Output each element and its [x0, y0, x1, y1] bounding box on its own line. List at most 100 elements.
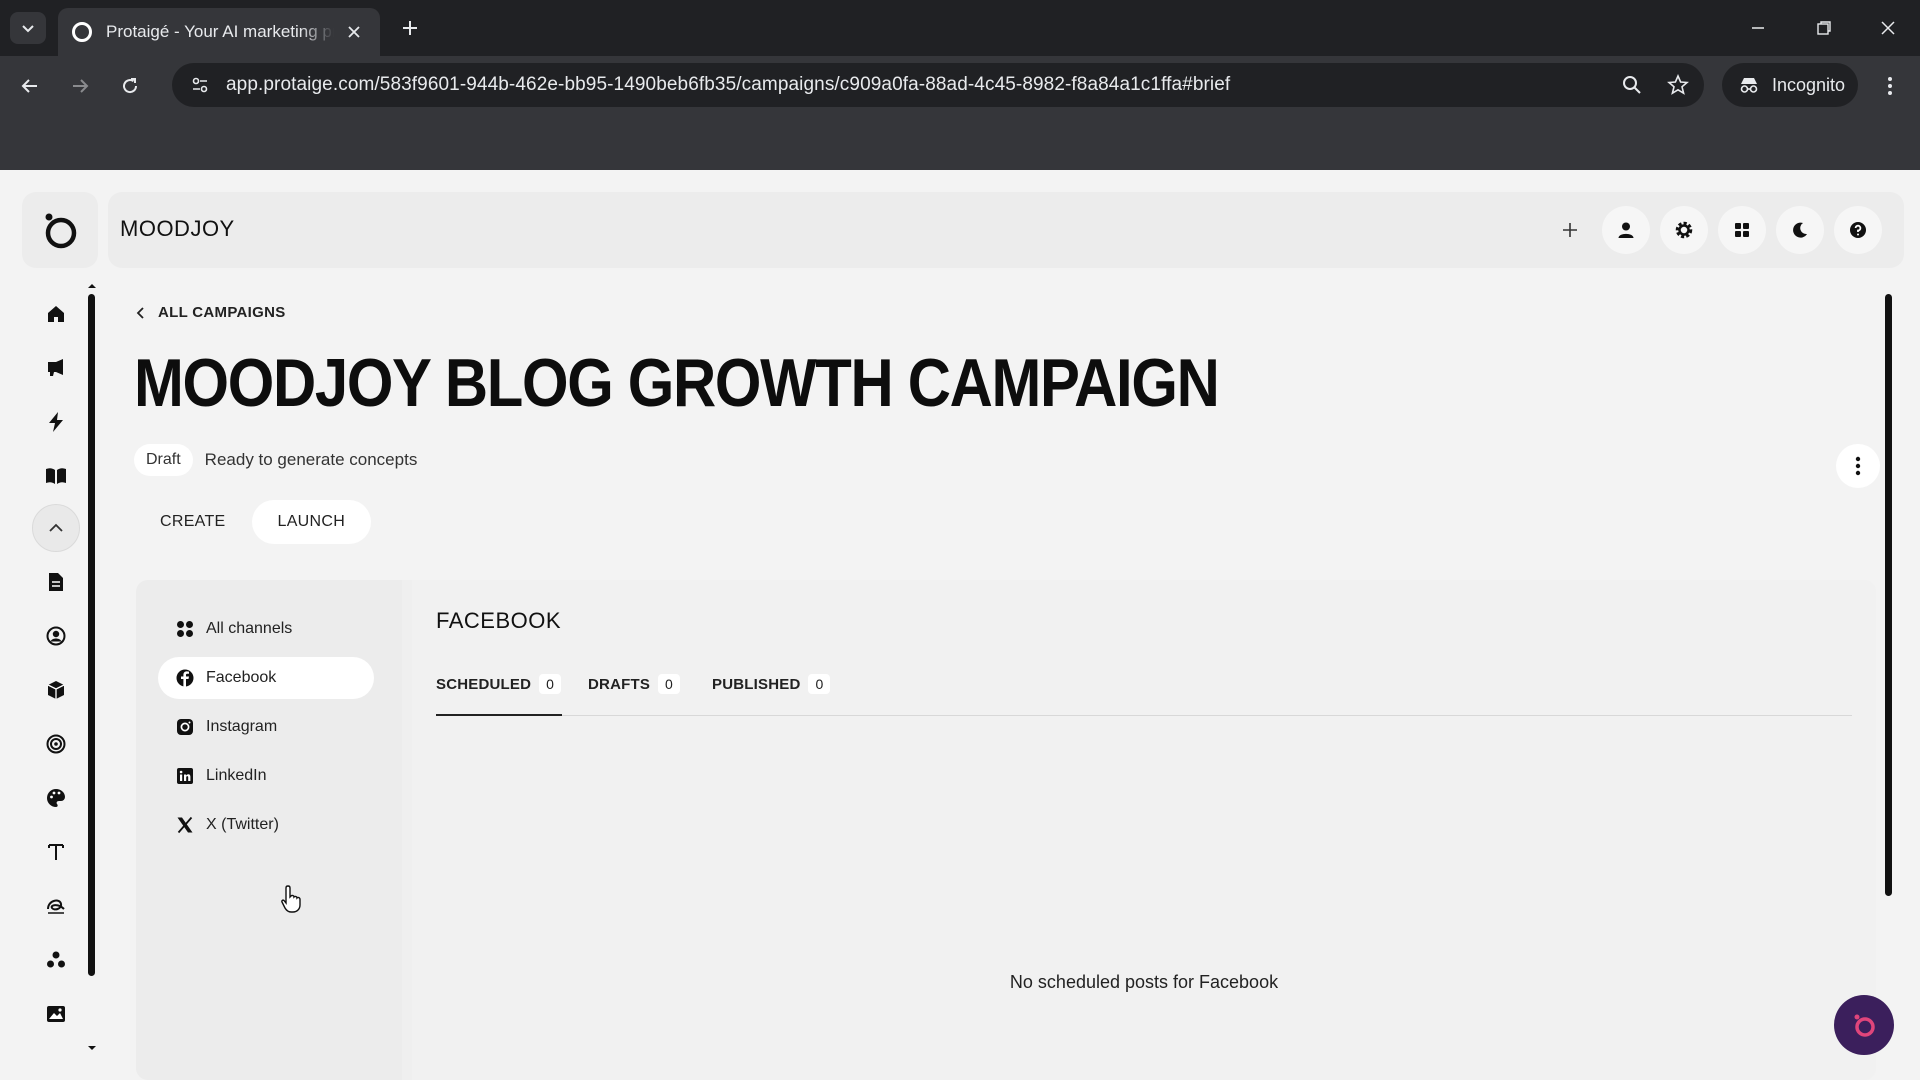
tab-launch[interactable]: LAUNCH: [251, 500, 372, 544]
sidebar-item-personas[interactable]: [32, 612, 80, 660]
user-circle-icon: [46, 626, 66, 646]
channel-label: Instagram: [206, 718, 278, 735]
new-tab-button[interactable]: [396, 14, 424, 42]
tab-label: DRAFTS: [588, 676, 651, 693]
channel-label: Facebook: [206, 669, 277, 686]
sidebar-item-library[interactable]: [32, 452, 80, 500]
channel-label: LinkedIn: [206, 767, 267, 784]
tab-scheduled[interactable]: SCHEDULED 0: [436, 674, 562, 716]
theme-toggle-button[interactable]: [1776, 206, 1824, 254]
channel-content: FACEBOOK SCHEDULED 0 DRAFTS 0 PUBLISHED …: [412, 580, 1876, 1080]
sidebar-nav: [22, 282, 98, 1052]
plus-icon: [403, 21, 417, 35]
settings-button[interactable]: [1660, 206, 1708, 254]
post-status-tabs: SCHEDULED 0 DRAFTS 0 PUBLISHED 0: [436, 674, 1852, 716]
tab-search-button[interactable]: [10, 12, 46, 44]
close-tab-icon[interactable]: [342, 20, 366, 44]
tab-published[interactable]: PUBLISHED 0: [712, 674, 831, 716]
incognito-indicator[interactable]: Incognito: [1722, 63, 1858, 107]
target-icon: [46, 734, 66, 754]
signature-icon: [47, 899, 65, 914]
more-vertical-icon: [1855, 456, 1861, 476]
incognito-label: Incognito: [1772, 74, 1846, 95]
sidebar-item-campaigns[interactable]: [32, 344, 80, 392]
channel-label: All channels: [206, 620, 293, 637]
lightning-icon: [49, 412, 63, 432]
tab-create[interactable]: CREATE: [134, 500, 252, 544]
channel-item-linkedin[interactable]: LinkedIn: [158, 755, 374, 797]
sidebar-item-audience[interactable]: [32, 936, 80, 984]
sidebar-item-goals[interactable]: [32, 720, 80, 768]
sidebar-item-brand[interactable]: [32, 774, 80, 822]
channel-item-facebook[interactable]: Facebook: [158, 657, 374, 699]
main-scroll-thumb[interactable]: [1885, 294, 1892, 896]
zoom-icon[interactable]: [1612, 67, 1652, 103]
protaige-chat-icon: [1854, 1014, 1875, 1037]
protaige-logo-icon: [45, 213, 77, 249]
back-button[interactable]: [12, 68, 48, 104]
app-logo[interactable]: [22, 192, 98, 268]
restore-icon: [1817, 21, 1831, 35]
sidebar-item-products[interactable]: [32, 666, 80, 714]
apps-button[interactable]: [1718, 206, 1766, 254]
browser-tab[interactable]: Protaigé - Your AI marketing pr: [58, 8, 380, 56]
chat-assistant-button[interactable]: [1834, 995, 1894, 1055]
sidebar-item-quick[interactable]: [32, 398, 80, 446]
minimize-icon: [1752, 27, 1764, 29]
page-title: MOODJOY BLOG GROWTH CAMPAIGN: [134, 345, 1220, 421]
channel-title: FACEBOOK: [436, 608, 562, 633]
reload-button[interactable]: [112, 68, 148, 104]
profile-button[interactable]: [1602, 206, 1650, 254]
workspace-name[interactable]: MOODJOY: [120, 216, 235, 242]
chevron-down-icon: [22, 25, 34, 33]
sidebar-item-typography[interactable]: [32, 828, 80, 876]
sidebar-item-media[interactable]: [32, 990, 80, 1038]
sidebar-item-home[interactable]: [32, 290, 80, 338]
help-icon: [1850, 222, 1866, 238]
channel-item-x-twitter[interactable]: X (Twitter): [158, 804, 374, 846]
tab-drafts[interactable]: DRAFTS 0: [588, 674, 681, 716]
gear-icon: [1675, 221, 1693, 239]
document-icon: [49, 573, 63, 591]
tab-count: 0: [808, 674, 831, 694]
address-bar[interactable]: app.protaige.com/583f9601-944b-462e-bb95…: [172, 63, 1704, 107]
image-icon: [47, 1006, 65, 1022]
chrome-bookmark-area: [0, 114, 1920, 170]
tab-count: 0: [658, 674, 681, 694]
instagram-icon: [177, 719, 193, 735]
url-text[interactable]: app.protaige.com/583f9601-944b-462e-bb95…: [226, 74, 1612, 96]
browser-tab-strip: Protaigé - Your AI marketing pr: [0, 0, 1920, 56]
minimize-button[interactable]: [1738, 12, 1778, 44]
tab-label: SCHEDULED: [436, 676, 532, 693]
add-button[interactable]: [1552, 212, 1588, 248]
sidebar-scroll-thumb[interactable]: [88, 294, 95, 976]
arrow-right-icon: [73, 79, 89, 93]
protaige-favicon-icon: [72, 22, 92, 42]
more-options-button[interactable]: [1836, 444, 1880, 488]
plus-icon: [1563, 223, 1577, 237]
grid-icon: [1735, 223, 1749, 237]
sidebar-item-voice[interactable]: [32, 882, 80, 930]
site-info-icon[interactable]: [184, 69, 216, 101]
browser-menu-button[interactable]: [1872, 68, 1908, 104]
all-campaigns-link[interactable]: ALL CAMPAIGNS: [136, 304, 286, 321]
channel-item-all[interactable]: All channels: [158, 608, 374, 650]
forward-button[interactable]: [62, 68, 98, 104]
close-window-button[interactable]: [1868, 12, 1908, 44]
sidebar-item-documents[interactable]: [32, 558, 80, 606]
moon-icon: [1793, 222, 1807, 238]
channel-item-instagram[interactable]: Instagram: [158, 706, 374, 748]
tab-title: Protaigé - Your AI marketing pr: [106, 22, 334, 41]
home-icon: [48, 306, 64, 322]
bookmark-star-icon[interactable]: [1658, 67, 1698, 103]
top-header: MOODJOY: [108, 192, 1904, 268]
sidebar-collapse-toggle[interactable]: [32, 504, 80, 552]
reload-icon: [123, 78, 138, 94]
scroll-down-arrow-icon: [88, 1046, 96, 1050]
palette-icon: [47, 789, 65, 807]
help-button[interactable]: [1834, 206, 1882, 254]
restore-button[interactable]: [1804, 12, 1844, 44]
tab-label: PUBLISHED: [712, 676, 801, 693]
all-campaigns-label: ALL CAMPAIGNS: [158, 304, 286, 321]
user-icon: [1618, 222, 1634, 238]
